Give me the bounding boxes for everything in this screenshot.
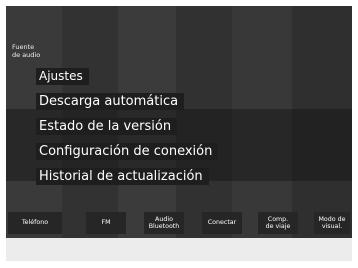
menu-item-descarga-automatica[interactable]: Descarga automática	[36, 93, 185, 110]
soft-key-label-line2: de viaje	[265, 223, 291, 230]
soft-key-modo-visual[interactable]: Modo de visual.	[314, 212, 350, 234]
audio-source-label-line2: de audio	[12, 50, 41, 59]
soft-key-bar: Teléfono FM Audio Bluetooth Conectar Com…	[6, 212, 352, 238]
menu-item-configuracion-conexion[interactable]: Configuración de conexión	[36, 143, 219, 160]
menu-item-historial-actualizacion[interactable]: Historial de actualización	[36, 168, 209, 185]
soft-key-conectar[interactable]: Conectar	[202, 212, 242, 234]
audio-source-button[interactable]: Fuente de audio	[12, 43, 41, 59]
soft-key-fm[interactable]: FM	[86, 212, 126, 234]
menu-item-ajustes[interactable]: Ajustes	[36, 68, 89, 85]
soft-key-label-line2: visual.	[321, 223, 343, 230]
soft-key-telefono[interactable]: Teléfono	[8, 212, 62, 234]
menu-item-estado-version[interactable]: Estado de la versión	[36, 118, 178, 135]
head-unit-screen: Fuente de audio Ajustes Descarga automát…	[6, 6, 352, 261]
soft-key-label: Comp.	[267, 215, 289, 223]
soft-key-audio-bluetooth[interactable]: Audio Bluetooth	[144, 212, 184, 234]
soft-key-label: Conectar	[207, 219, 237, 227]
page-frame: Fuente de audio Ajustes Descarga automát…	[0, 0, 358, 268]
soft-key-comp-viaje[interactable]: Comp. de viaje	[258, 212, 298, 234]
soft-key-label: FM	[101, 219, 111, 227]
soft-key-label-line2: Bluetooth	[148, 223, 180, 230]
soft-key-label: Teléfono	[21, 219, 49, 227]
bottom-strip	[6, 238, 352, 261]
soft-key-label: Modo de	[318, 215, 346, 223]
soft-key-label: Audio	[155, 215, 173, 223]
